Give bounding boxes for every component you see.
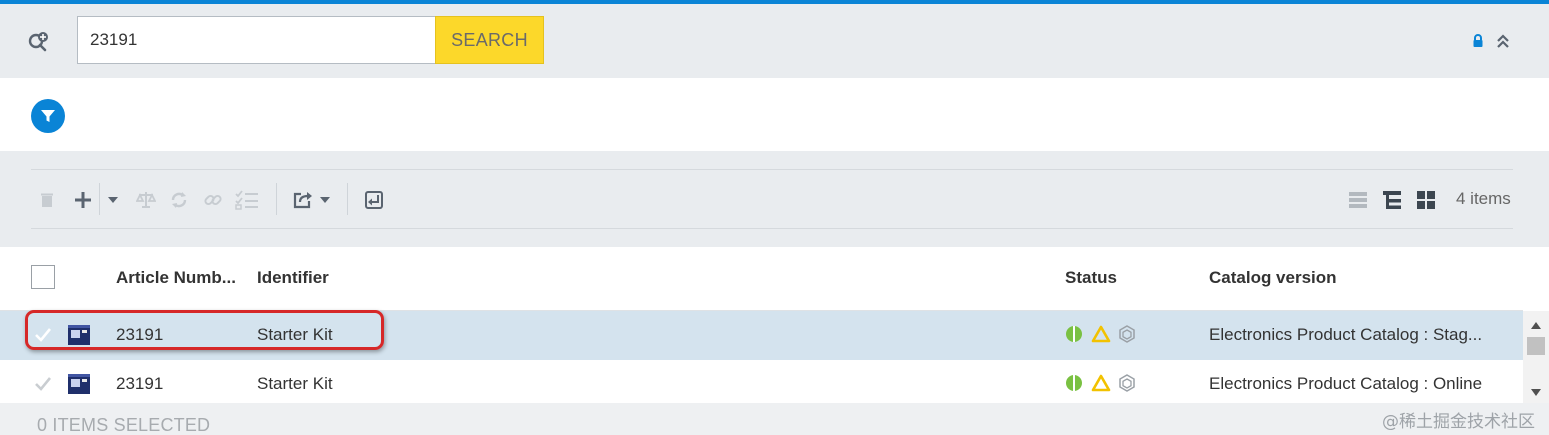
scroll-down-icon[interactable] bbox=[1530, 385, 1542, 396]
toolbar-separator bbox=[276, 183, 277, 215]
column-header-status[interactable]: Status bbox=[1065, 268, 1117, 288]
scroll-up-icon[interactable] bbox=[1530, 317, 1542, 329]
approval-status-icon bbox=[1066, 375, 1082, 391]
import-icon[interactable] bbox=[363, 189, 385, 211]
status-cell bbox=[1065, 374, 1135, 392]
sync-status-icon bbox=[1119, 325, 1135, 343]
link-icon[interactable] bbox=[202, 189, 224, 211]
product-thumbnail-icon bbox=[67, 373, 91, 395]
column-header-identifier[interactable]: Identifier bbox=[257, 268, 329, 288]
export-icon[interactable] bbox=[291, 189, 315, 211]
selection-count: 0 ITEMS SELECTED bbox=[37, 415, 211, 435]
column-header-catalog-version[interactable]: Catalog version bbox=[1209, 268, 1337, 288]
search-button[interactable]: SEARCH bbox=[435, 16, 544, 64]
cell-identifier: Starter Kit bbox=[257, 374, 333, 393]
table-header: Article Numb... Identifier Status Catalo… bbox=[0, 247, 1523, 311]
list-view-icon[interactable] bbox=[1347, 189, 1369, 211]
sync-icon[interactable] bbox=[168, 189, 190, 211]
toolbar-divider bbox=[31, 169, 1513, 170]
approval-status-icon bbox=[1066, 326, 1082, 342]
filter-button[interactable] bbox=[31, 99, 65, 133]
cell-catalog-version: Electronics Product Catalog : Stag... bbox=[1209, 325, 1483, 344]
highlight-annotation bbox=[25, 310, 384, 350]
toolbar: 4 items bbox=[0, 151, 1549, 247]
sync-status-icon bbox=[1119, 374, 1135, 392]
search-bar: SEARCH bbox=[0, 4, 1549, 78]
watermark: @稀土掘金技术社区 bbox=[1382, 412, 1535, 432]
vertical-scrollbar[interactable] bbox=[1523, 311, 1549, 403]
search-input[interactable] bbox=[77, 16, 437, 64]
warning-icon bbox=[1091, 325, 1111, 343]
check-icon[interactable] bbox=[34, 376, 52, 392]
cell-catalog-version: Electronics Product Catalog : Online bbox=[1209, 374, 1483, 393]
selection-footer: 0 ITEMS SELECTED bbox=[0, 403, 1549, 435]
checklist-icon[interactable] bbox=[234, 189, 260, 211]
delete-icon[interactable] bbox=[38, 189, 56, 211]
toolbar-separator bbox=[347, 183, 348, 215]
compare-icon[interactable] bbox=[135, 189, 157, 211]
scroll-thumb[interactable] bbox=[1527, 337, 1545, 355]
toolbar-separator bbox=[99, 183, 100, 215]
warning-icon bbox=[1091, 374, 1111, 392]
add-icon[interactable] bbox=[72, 189, 94, 211]
collapse-icon[interactable] bbox=[1495, 33, 1511, 49]
item-count: 4 items bbox=[1456, 189, 1511, 208]
column-header-article-number[interactable]: Article Numb... bbox=[116, 268, 236, 288]
lock-icon[interactable] bbox=[1471, 33, 1485, 49]
dropdown-icon[interactable] bbox=[318, 189, 332, 211]
filter-icon bbox=[41, 110, 55, 122]
advanced-search-icon[interactable] bbox=[28, 31, 50, 53]
toolbar-divider bbox=[31, 228, 1513, 229]
status-cell bbox=[1065, 325, 1135, 343]
grid-view-icon[interactable] bbox=[1415, 189, 1437, 211]
select-all-checkbox[interactable] bbox=[31, 265, 55, 289]
dropdown-icon[interactable] bbox=[105, 189, 121, 211]
tree-view-icon[interactable] bbox=[1381, 189, 1403, 211]
table-row[interactable]: 23191 Starter Kit Electronics Product Ca… bbox=[0, 360, 1523, 409]
cell-article-number: 23191 bbox=[116, 374, 164, 393]
filter-area bbox=[0, 78, 1549, 151]
